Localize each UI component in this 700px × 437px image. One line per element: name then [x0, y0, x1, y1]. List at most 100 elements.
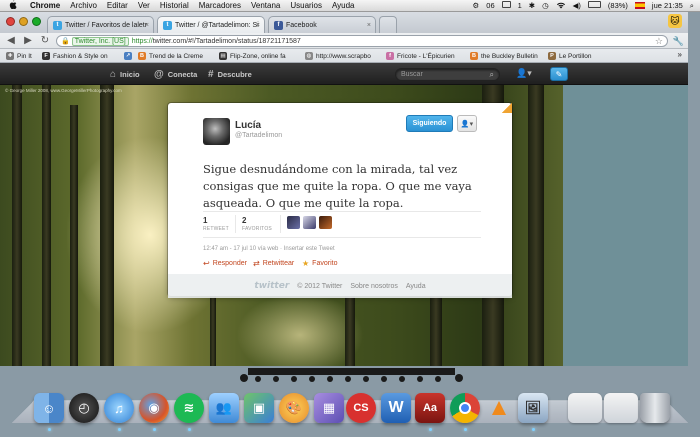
favorite-count[interactable]: 2 FAVORITOS [242, 216, 272, 232]
menubar-count[interactable]: 1 [518, 1, 522, 10]
photos-stack-icon[interactable]: ▦ [314, 393, 344, 423]
bookmark-pin-it[interactable]: ✚ Pin It [6, 51, 42, 61]
menubar-time-machine-icon[interactable]: ◷ [542, 1, 549, 10]
user-display-name[interactable]: Lucía [235, 120, 261, 131]
new-tab-button[interactable] [379, 16, 397, 33]
favoriter-avatar[interactable] [319, 216, 332, 229]
running-indicator [464, 428, 467, 431]
bookmark-le-portillon[interactable]: P Le Portillon [548, 51, 624, 61]
bookmarks-overflow-icon[interactable]: » [678, 50, 682, 59]
apple-menu-icon[interactable] [6, 0, 20, 11]
menu-marcadores[interactable]: Marcadores [199, 1, 241, 10]
menubar-clock[interactable]: jue 21:35 [652, 1, 683, 10]
compose-tweet-button[interactable]: ✎ [550, 67, 568, 81]
twitter-search-input[interactable]: Buscar ⌕ [395, 68, 500, 81]
tab-close-icon[interactable]: × [256, 22, 260, 29]
globe-icon: ◍ [305, 52, 313, 60]
spotify-icon[interactable]: ≋ [174, 393, 204, 423]
tab-close-icon[interactable]: × [367, 22, 371, 29]
window-close-button[interactable] [6, 17, 15, 26]
palette-icon[interactable]: 🎨 [279, 393, 309, 423]
itunes-icon[interactable]: ♫ [104, 393, 134, 423]
menubar-wifi-icon[interactable] [556, 1, 566, 11]
minimized-window-icon[interactable] [568, 393, 602, 423]
menu-historial[interactable]: Historial [160, 1, 189, 10]
ev-certificate-badge[interactable]: Twitter, Inc. [US] [71, 36, 129, 46]
forward-arrow-icon[interactable]: ▶ [22, 35, 34, 47]
menu-ventana[interactable]: Ventana [251, 1, 280, 10]
tweet-timestamp[interactable]: 12:47 am - 17 jul 10 vía web · Insertar … [203, 246, 335, 252]
dictionary-icon[interactable]: Aa [415, 393, 445, 423]
bookmark-label: Fashion & Style on [53, 52, 108, 60]
dashboard-icon[interactable]: ◴ [69, 393, 99, 423]
vlc-cone-icon[interactable]: ▲ [484, 393, 514, 423]
tab-twitter-favoritos[interactable]: t Twitter / Favoritos de laletr × [47, 16, 154, 33]
nav-discover[interactable]: # Descubre [208, 68, 252, 80]
window-zoom-button[interactable] [32, 17, 41, 26]
menubar-flag-icon[interactable] [634, 2, 645, 9]
finder-icon[interactable]: ☺ [34, 393, 64, 423]
bookmark-scrapbook[interactable]: ◍ http://www.scrapbo [305, 51, 381, 61]
menubar-gear-icon[interactable]: ⚙ [473, 1, 480, 10]
preview-icon[interactable]: 🖼 [518, 393, 548, 423]
word-icon[interactable]: W [381, 393, 411, 423]
user-menu-icon[interactable]: 👤▾ [516, 68, 532, 79]
menubar-volume-icon[interactable]: ◀) [573, 1, 581, 10]
menubar-box-icon[interactable] [501, 1, 511, 10]
bookmark-fashion-style[interactable]: F Fashion & Style on [42, 51, 122, 61]
tab-facebook[interactable]: f Facebook × [268, 16, 376, 33]
user-actions-button[interactable]: 👤▾ [457, 115, 477, 132]
retweet-count[interactable]: 1 RETWEET [203, 216, 229, 232]
tab-label: Facebook [286, 21, 317, 29]
reply-action[interactable]: ↩ Responder [203, 259, 247, 268]
bookmark-trend-creme[interactable]: B Trend de la Creme [138, 51, 208, 61]
favorite-action[interactable]: ★ Favorito [302, 259, 337, 268]
menubar-bluetooth-icon[interactable]: ✱ [529, 1, 535, 10]
favoriter-avatar[interactable] [287, 216, 300, 229]
creative-suite-icon[interactable]: CS [346, 393, 376, 423]
menubar-battery-icon[interactable] [587, 1, 601, 10]
tab-close-icon[interactable]: × [145, 22, 149, 29]
menu-ver[interactable]: Ver [138, 1, 150, 10]
box-app-icon[interactable]: ▣ [244, 393, 274, 423]
trash-icon[interactable] [640, 393, 670, 423]
messenger-buddies-icon[interactable]: 👥 [209, 393, 239, 423]
window-minimize-button[interactable] [19, 17, 28, 26]
firefox-icon[interactable]: ◉ [139, 393, 169, 423]
footer-help-link[interactable]: Ayuda [406, 283, 426, 290]
minimized-window-icon[interactable] [604, 393, 638, 423]
nav-home[interactable]: ⌂ Inicio [110, 68, 140, 80]
spotlight-search-icon[interactable]: ⌕ [690, 1, 694, 11]
search-icon[interactable]: ⌕ [490, 70, 494, 80]
address-bar[interactable]: 🔒 Twitter, Inc. [US] https:// twitter.co… [56, 35, 668, 47]
favoriter-avatar[interactable] [303, 216, 316, 229]
bookmark-fricote[interactable]: f Fricote - L'Épicurien [386, 51, 466, 61]
menu-editar[interactable]: Editar [107, 1, 128, 10]
back-arrow-icon[interactable]: ◀ [5, 35, 17, 47]
wrench-menu-icon[interactable]: 🔧 [673, 36, 684, 47]
reload-icon[interactable]: ↻ [39, 35, 51, 47]
bookmark-link[interactable]: ↗ [124, 51, 136, 61]
chrome-icon[interactable] [450, 393, 480, 423]
user-screen-name[interactable]: @Tartadelimon [235, 132, 282, 139]
menu-archivo[interactable]: Archivo [70, 1, 97, 10]
nav-connect[interactable]: @ Conecta [154, 68, 197, 80]
chrome-profile-cat-icon[interactable]: 🐱 [668, 14, 682, 28]
bookmark-star-icon[interactable]: ☆ [655, 36, 663, 47]
bookmark-buckley-bulletin[interactable]: B the Buckley Bulletin [470, 51, 545, 61]
tab-label: Twitter / Favoritos de laletr [65, 21, 148, 29]
menubar-badge-06[interactable]: 06 [486, 1, 494, 10]
tab-twitter-status[interactable]: t Twitter / @Tartadelimon: Si × [157, 16, 265, 33]
bookmark-label: http://www.scrapbo [316, 52, 371, 60]
portillon-icon: P [548, 52, 556, 60]
footer-about-link[interactable]: Sobre nosotros [350, 283, 397, 290]
divider [280, 215, 281, 233]
divider [203, 211, 481, 212]
menu-usuarios[interactable]: Usuarios [290, 1, 322, 10]
avatar[interactable] [203, 118, 230, 145]
bookmark-flip-zone[interactable]: ▤ Flip-Zone, online fa [219, 51, 295, 61]
following-button[interactable]: Siguiendo [406, 115, 453, 132]
retweet-action[interactable]: ⇄ Retwittear [253, 259, 294, 268]
menu-ayuda[interactable]: Ayuda [332, 1, 355, 10]
menu-chrome[interactable]: Chrome [30, 1, 60, 10]
